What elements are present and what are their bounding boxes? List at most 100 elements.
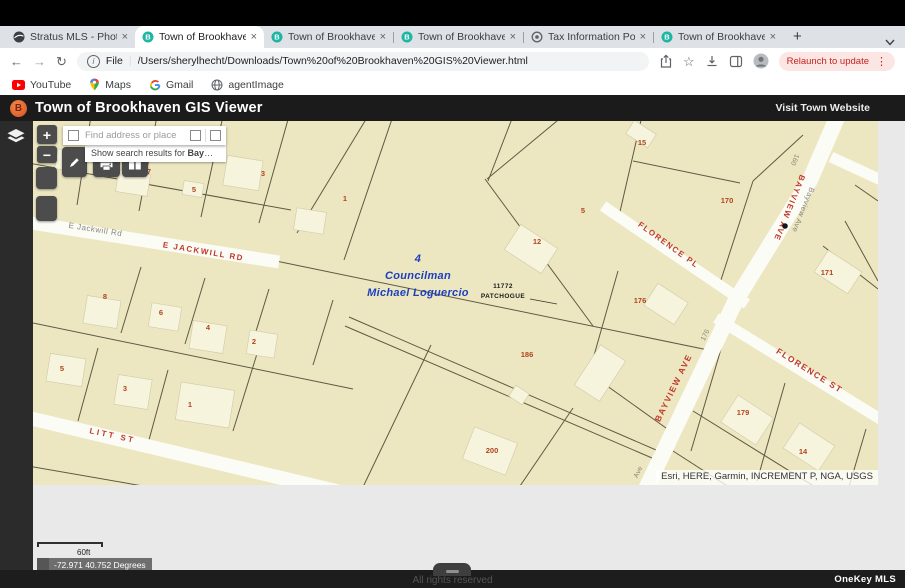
browser-toolbar: ← → ↻ i File | /Users/sherylhecht/Downlo… xyxy=(0,48,905,74)
parcel-number: 200 xyxy=(486,446,499,455)
globe-icon xyxy=(211,79,223,90)
tab-strip: Stratus MLS - Photos - Ne × B Town of Broo… xyxy=(0,26,783,48)
bookmark-label: agentImage xyxy=(228,78,284,91)
forward-button[interactable]: → xyxy=(33,55,46,68)
svg-text:B: B xyxy=(145,33,151,42)
parcel-number: 171 xyxy=(821,268,834,277)
parcel-number: 170 xyxy=(721,196,734,205)
council-district-label: Michael Loguercio xyxy=(367,287,469,299)
new-tab-button[interactable]: + xyxy=(793,29,802,45)
gis-map[interactable]: E Jackwill RdE JACKWILL RDLITT STFLORENC… xyxy=(33,121,878,485)
tab-close-icon[interactable]: × xyxy=(770,31,776,43)
back-button[interactable]: ← xyxy=(10,55,23,68)
share-icon[interactable] xyxy=(659,54,673,69)
tab-title: Tax Information Portal xyxy=(548,31,635,43)
side-panel-icon[interactable] xyxy=(729,55,743,68)
parcel-number: 15 xyxy=(638,138,646,147)
suggestion-ellipsis: … xyxy=(204,148,214,158)
parcel-number: 5 xyxy=(60,364,64,373)
tab-title: Town of Brookhaven GIS Vi xyxy=(288,31,375,43)
brookhaven-favicon: B xyxy=(401,31,413,43)
coordinates-display: -72.971 40.752 Degrees xyxy=(37,558,152,570)
bookmark-label: YouTube xyxy=(30,78,72,91)
scale-label: 60ft xyxy=(77,548,91,557)
town-seal-logo: B xyxy=(10,99,27,117)
tab-close-icon[interactable]: × xyxy=(380,31,386,43)
map-attribution: Esri, HERE, Garmin, INCREMENT P, NGA, US… xyxy=(656,470,878,485)
bookmark-item[interactable]: Gmail xyxy=(149,79,193,91)
parcel-number: 14 xyxy=(799,447,808,456)
relaunch-button[interactable]: Relaunch to update ⋮ xyxy=(778,51,895,71)
search-close-icon[interactable] xyxy=(210,130,221,141)
zoom-out-button[interactable]: − xyxy=(37,146,57,163)
parcel-number: 3 xyxy=(261,169,265,178)
main-content: E Jackwill Rd E JACKWILL RD LITT ST FLORENC… xyxy=(0,121,905,570)
bookmarks-bar: YouTube Maps Gmail agentImage xyxy=(0,74,905,95)
bookmark-star-icon[interactable]: ☆ xyxy=(683,55,695,68)
browser-tab[interactable]: B Town of Brookhaven GIS Vi × xyxy=(394,26,523,48)
browser-tab[interactable]: Stratus MLS - Photos - Ne × xyxy=(6,26,135,48)
globe-icon xyxy=(13,31,25,43)
youtube-icon xyxy=(12,79,25,90)
browser-tab[interactable]: B Town of Brookhaven GIS Vi × xyxy=(264,26,393,48)
address-bar[interactable]: i File | /Users/sherylhecht/Downloads/To… xyxy=(76,51,649,71)
bookmark-item[interactable]: Maps xyxy=(89,78,131,91)
app-header: B Town of Brookhaven GIS Viewer Visit To… xyxy=(0,95,905,121)
visit-town-website-link[interactable]: Visit Town Website xyxy=(775,102,895,114)
bottom-drawer-handle[interactable] xyxy=(433,563,471,576)
window-top-bar xyxy=(0,0,905,26)
download-icon[interactable] xyxy=(705,54,719,68)
search-icon[interactable] xyxy=(190,130,201,141)
search-suggestion[interactable]: Show search results for Bay… xyxy=(85,145,226,162)
locate-button[interactable] xyxy=(36,196,57,221)
layers-icon[interactable] xyxy=(7,129,25,149)
parcel-number: 3 xyxy=(123,384,127,393)
map-viewport[interactable]: E Jackwill Rd E JACKWILL RD LITT ST FLORENC… xyxy=(33,121,905,570)
home-button[interactable] xyxy=(36,167,57,189)
info-icon[interactable]: i xyxy=(86,54,100,68)
search-input[interactable] xyxy=(83,129,186,142)
svg-text:B: B xyxy=(664,33,670,42)
gmail-g-icon xyxy=(149,79,161,90)
parcel-number: 5 xyxy=(192,185,196,194)
draw-tool-button[interactable] xyxy=(62,147,87,177)
browser-tab[interactable]: B Town of Brookhaven GIS Vi × xyxy=(135,26,264,48)
map-search-box[interactable] xyxy=(63,126,226,145)
tab-close-icon[interactable]: × xyxy=(251,31,257,43)
bookmark-label: Maps xyxy=(105,78,131,91)
browser-tab[interactable]: Tax Information Portal × xyxy=(524,26,653,48)
parcel-address-label: PATCHOGUE xyxy=(481,293,525,300)
page-title: Town of Brookhaven GIS Viewer xyxy=(35,100,263,116)
maps-pin-icon xyxy=(90,78,100,91)
svg-text:B: B xyxy=(274,33,280,42)
browser-tab[interactable]: B Town of Brookhaven GIS Vi × xyxy=(654,26,783,48)
overflow-menu-icon[interactable]: ⋮ xyxy=(876,55,887,68)
tab-title: Stratus MLS - Photos - Ne xyxy=(30,31,117,43)
tab-title: Town of Brookhaven GIS Vi xyxy=(418,31,505,43)
tab-title: Town of Brookhaven GIS Vi xyxy=(678,31,765,43)
map-point-marker xyxy=(782,223,788,229)
parcel-number: 2 xyxy=(252,337,256,346)
scale-bar xyxy=(37,542,103,547)
parcel-number: 179 xyxy=(737,408,750,417)
council-district-label: 4 xyxy=(414,253,421,265)
zoom-in-button[interactable]: + xyxy=(37,125,57,144)
parcel-number: 1 xyxy=(343,194,347,203)
parcel-number: 8 xyxy=(103,292,107,301)
tab-row: Stratus MLS - Photos - Ne × B Town of Broo… xyxy=(0,26,905,48)
tab-close-icon[interactable]: × xyxy=(122,31,128,43)
svg-text:B: B xyxy=(404,33,410,42)
suggestion-text: Show search results for xyxy=(91,148,188,158)
search-dropdown-icon[interactable] xyxy=(68,130,79,141)
crosshair-icon[interactable] xyxy=(37,558,49,570)
tab-close-icon[interactable]: × xyxy=(510,31,516,43)
parcel-number: 12 xyxy=(533,237,541,246)
url-scheme-label: File xyxy=(105,55,123,67)
bookmark-item[interactable]: YouTube xyxy=(12,79,71,91)
tab-close-icon[interactable]: × xyxy=(640,31,646,43)
bookmark-item[interactable]: agentImage xyxy=(211,78,284,91)
coordinates-text: -72.971 40.752 Degrees xyxy=(54,559,146,570)
profile-avatar[interactable] xyxy=(753,53,769,69)
bookmark-label: Gmail xyxy=(165,78,194,91)
reload-button[interactable]: ↻ xyxy=(56,55,67,68)
